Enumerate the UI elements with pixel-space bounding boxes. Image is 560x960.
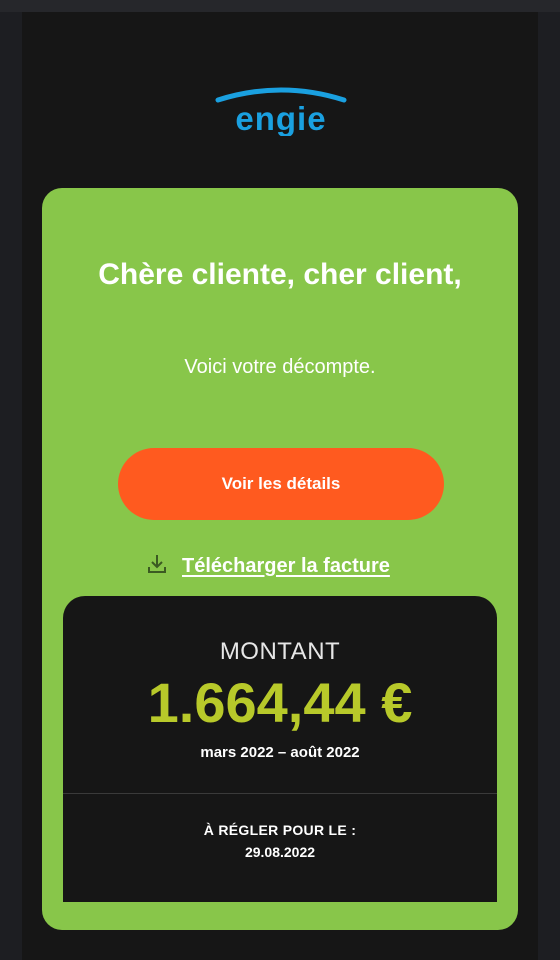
download-invoice-label[interactable]: Télécharger la facture <box>182 555 390 578</box>
download-invoice-link[interactable]: Télécharger la facture <box>146 552 390 580</box>
amount-panel: MONTANT 1.664,44 € mars 2022 – août 2022… <box>63 596 497 902</box>
top-bar <box>0 0 560 12</box>
svg-text:engie: engie <box>235 100 326 136</box>
amount-label: MONTANT <box>219 638 341 665</box>
greeting-subtitle: Voici votre décompte. <box>184 356 376 378</box>
greeting-heading: Chère cliente, cher client, <box>98 258 462 291</box>
engie-logo: engie <box>212 84 350 136</box>
email-viewport: engie Chère cliente, cher client, Voici … <box>0 0 560 960</box>
due-date: 29.08.2022 <box>244 844 316 860</box>
due-label: À RÉGLER POUR LE : <box>203 822 357 838</box>
download-icon <box>146 553 168 580</box>
amount-value: 1.664,44 € <box>147 671 413 734</box>
view-details-button[interactable]: Voir les détails <box>118 448 444 520</box>
billing-period: mars 2022 – août 2022 <box>200 744 360 761</box>
panel-divider <box>63 793 497 794</box>
